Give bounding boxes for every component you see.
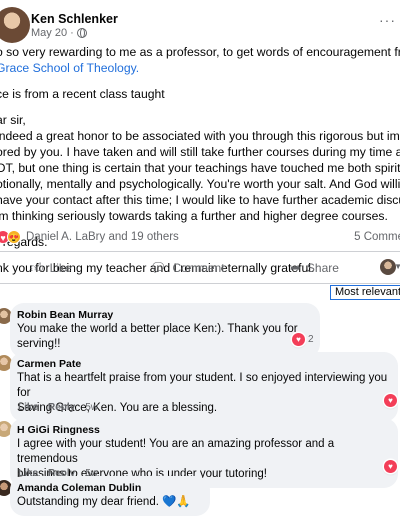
like-label: Like (49, 261, 72, 275)
comment-label: Comment (172, 261, 225, 275)
post-line: ored by you. I have taken and will still… (0, 145, 400, 159)
comment-reactions[interactable]: ♥ (384, 460, 397, 473)
like-button[interactable]: 👍︎ Like (30, 260, 72, 276)
comment-text: That is a heartfelt praise from your stu… (17, 372, 388, 399)
comment-bubble: Amanda Coleman Dublin Outstanding my dea… (10, 476, 210, 516)
post-line: o so very rewarding to me as a professor… (0, 45, 400, 59)
post-line: 'm thinking seriously towards taking a f… (0, 209, 388, 223)
comment-text: Outstanding my dear friend. 💙🙏 (17, 496, 191, 508)
post-line: ar sir, (0, 113, 26, 127)
heart-reaction-icon: ♥ (384, 460, 397, 473)
post-meta: May 20 · (31, 27, 87, 39)
share-label: Share (306, 261, 339, 275)
school-link[interactable]: Grace School of Theology. (0, 61, 139, 75)
comment-count[interactable]: 5 Comme (354, 231, 400, 243)
comment-text: You make the world a better place Ken:).… (17, 323, 298, 350)
thumbs-up-icon: 👍︎ (30, 260, 44, 275)
post-line: otionally, mentally and psychologically.… (0, 177, 400, 191)
post-line: OT, but one thing is certain that your t… (0, 161, 400, 175)
reaction-icons[interactable]: ♥ 😍 (0, 230, 21, 244)
share-arrow-icon: ➦ (290, 260, 301, 275)
comment-actions: Like Reply 5w (18, 402, 98, 413)
commenter-name[interactable]: Robin Bean Murray (17, 308, 311, 322)
reactions-summary: ♥ 😍 Daniel A. LaBry and 19 others 5 Comm… (0, 229, 400, 247)
chevron-down-icon[interactable]: ▼ (394, 262, 400, 271)
commenter-name[interactable]: Amanda Coleman Dublin (17, 481, 201, 495)
post-header: Ken Schlenker May 20 · ··· (0, 0, 400, 44)
post-line: Grace School of Theology. (0, 60, 400, 76)
comment-time[interactable]: 5w (85, 402, 98, 413)
comment-like-link[interactable]: Like (18, 402, 38, 413)
post-line: ce is from a recent class taught (0, 87, 165, 101)
share-button[interactable]: ➦ Share (290, 260, 339, 276)
action-bar: 👍︎ Like 💬︎ Comment ➦ Share ▼ (0, 251, 400, 283)
post-line: indeed a great honor to be associated wi… (0, 129, 400, 143)
care-reaction-icon: 😍 (7, 230, 21, 244)
comment-bubble: Robin Bean Murray You make the world a b… (10, 303, 320, 358)
comment-reply-link[interactable]: Reply (48, 402, 75, 413)
meta-separator: · (70, 27, 74, 39)
comment-icon: 💬︎ (150, 260, 167, 275)
comment-sort-row: Most relevant (0, 283, 400, 300)
reaction-names[interactable]: Daniel A. LaBry and 19 others (26, 231, 179, 243)
more-options-icon[interactable]: ··· (379, 12, 396, 28)
comment-reactions[interactable]: ♥ 2 (292, 333, 314, 346)
globe-icon (76, 28, 87, 38)
author-name[interactable]: Ken Schlenker (31, 12, 118, 26)
comment-text: I agree with your student! You are an am… (17, 438, 335, 465)
author-avatar[interactable] (0, 7, 30, 43)
post-date[interactable]: May 20 (31, 27, 67, 39)
heart-reaction-icon: ♥ (384, 394, 397, 407)
post-line: have your contact after this time; I wou… (0, 193, 400, 207)
comment-reactions[interactable]: ♥ (384, 394, 397, 407)
commenter-name[interactable]: Carmen Pate (17, 357, 389, 371)
comment-reaction-count: 2 (308, 334, 314, 345)
heart-reaction-icon: ♥ (292, 333, 305, 346)
commenter-name[interactable]: H GiGi Ringness (17, 423, 389, 437)
comment-button[interactable]: 💬︎ Comment (150, 260, 225, 276)
sort-dropdown[interactable]: Most relevant (329, 285, 400, 300)
